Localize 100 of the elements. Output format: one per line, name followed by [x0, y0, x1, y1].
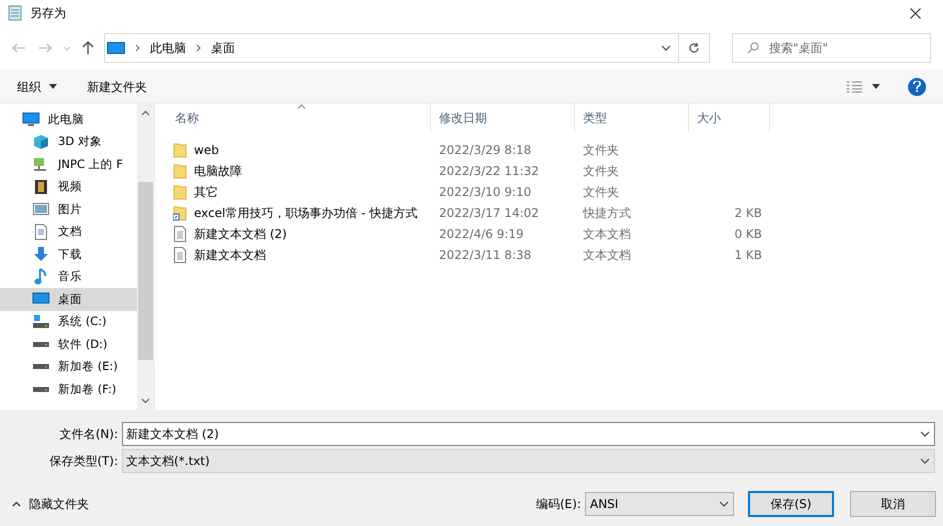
breadcrumb[interactable]: 此电脑	[150, 39, 186, 57]
file-row[interactable]: excel常用技巧，职场事办功倍 - 快捷方式 2022/3/17 14:02 快捷方式 2 KB	[167, 202, 943, 223]
picture-icon	[33, 202, 49, 216]
modified-date: 2022/3/22 11:32	[438, 162, 540, 180]
drive-icon	[33, 315, 49, 328]
left-arrow-icon	[12, 43, 26, 53]
chevron-down-icon	[920, 458, 930, 464]
file-name: 新建文本文档	[194, 246, 266, 264]
modified-date: 2022/3/29 8:18	[438, 142, 532, 158]
folder-shortcut-icon	[173, 204, 187, 220]
search-icon	[747, 42, 759, 54]
file-name: web	[194, 142, 219, 158]
modified-date: 2022/3/17 14:02	[438, 204, 540, 222]
drive-icon	[33, 342, 49, 347]
file-type: 文件夹	[582, 162, 620, 180]
text-file-icon	[173, 246, 187, 262]
sidebar-item[interactable]: 下载	[0, 243, 137, 266]
down-arrow-icon	[33, 246, 49, 262]
file-name: excel常用技巧，职场事办功倍 - 快捷方式	[194, 204, 418, 222]
help-button[interactable]	[908, 78, 926, 96]
file-row[interactable]: 新建文本文档 2022/3/11 8:38 文本文档 1 KB	[167, 244, 943, 265]
folder-icon	[173, 142, 187, 158]
film-icon	[34, 178, 48, 195]
monitor-icon	[107, 41, 125, 55]
sidebar-item[interactable]: 新加卷 (F:)	[0, 378, 137, 400]
refresh-button[interactable]	[678, 33, 710, 63]
document-icon	[34, 224, 48, 240]
sidebar-item[interactable]: JNPC 上的 F	[0, 153, 137, 176]
file-row[interactable]: 新建文本文档 (2) 2022/4/6 9:19 文本文档 0 KB	[167, 223, 943, 244]
caret-icon	[49, 84, 57, 89]
sidebar-item[interactable]: 桌面	[0, 288, 137, 310]
encoding-label: 编码(E):	[536, 496, 581, 513]
sidebar-item[interactable]: 3D 对象	[0, 130, 137, 153]
drive-icon	[33, 386, 49, 392]
music-note-icon	[34, 268, 48, 286]
chevron-down-icon	[920, 431, 930, 437]
scrollbar-thumb[interactable]	[138, 182, 153, 360]
file-size: 1 KB	[734, 246, 762, 264]
refresh-icon	[688, 42, 700, 54]
file-row[interactable]: web 2022/3/29 8:18 文件夹	[167, 139, 943, 160]
file-name: 新建文本文档 (2)	[194, 226, 287, 242]
file-name: 电脑故障	[194, 162, 242, 180]
organize-menu-button[interactable]: 组织	[17, 74, 57, 98]
drive-icon	[33, 364, 49, 370]
folder-icon	[173, 162, 187, 178]
question-mark-icon	[913, 81, 921, 92]
sidebar-item[interactable]: 图片	[0, 198, 137, 220]
details-view-icon	[846, 80, 862, 92]
sidebar-item[interactable]: 文档	[0, 220, 137, 243]
file-type: 快捷方式	[582, 204, 632, 222]
file-type-dropdown[interactable]: 文本文档(*.txt)	[122, 449, 935, 473]
file-row[interactable]: 电脑故障 2022/3/22 11:32 文件夹	[167, 160, 943, 181]
scrollbar[interactable]	[137, 104, 154, 410]
modified-date: 2022/3/11 8:38	[438, 246, 532, 264]
sidebar-item[interactable]: 音乐	[0, 266, 137, 288]
column-header[interactable]: 修改日期	[431, 104, 575, 132]
folder-icon	[173, 184, 187, 200]
encoding-dropdown[interactable]: ANSI	[585, 492, 734, 516]
breadcrumb[interactable]: 桌面	[211, 39, 235, 57]
notepad-icon	[8, 5, 22, 21]
column-header[interactable]: 大小	[689, 104, 770, 132]
caret-icon	[872, 84, 880, 89]
hide-folders-button[interactable]: 隐藏文件夹	[0, 492, 89, 516]
search-field[interactable]: 搜索"桌面"	[732, 33, 931, 63]
file-size: 0 KB	[734, 226, 762, 242]
chevron-right-icon	[196, 44, 201, 52]
chevron-up-icon	[12, 501, 21, 507]
file-type: 文本文档	[582, 226, 632, 242]
sort-ascending-icon	[297, 104, 306, 109]
file-size: 2 KB	[734, 204, 762, 222]
chevron-up-icon	[141, 110, 150, 116]
monitor-icon	[22, 111, 40, 128]
sidebar-item[interactable]: 视频	[0, 176, 137, 198]
address-bar[interactable]: 此电脑 桌面	[104, 33, 679, 63]
file-type: 文件夹	[582, 184, 620, 200]
file-type: 文件夹	[582, 142, 620, 158]
chevron-down-icon	[141, 398, 150, 404]
chevron-down-icon	[63, 46, 71, 50]
chevron-down-icon	[661, 45, 671, 51]
window-title: 另存为	[30, 5, 66, 22]
column-header[interactable]: 名称	[167, 104, 431, 132]
file-name: 其它	[194, 184, 218, 200]
new-folder-button[interactable]: 新建文件夹	[87, 74, 147, 98]
save-button[interactable]: 保存(S)	[748, 491, 834, 517]
modified-date: 2022/4/6 9:19	[438, 226, 525, 242]
sidebar-item[interactable]: 此电脑	[0, 108, 137, 130]
sidebar-item[interactable]: 新加卷 (E:)	[0, 356, 137, 378]
column-header[interactable]: 类型	[575, 104, 689, 132]
filename-field[interactable]: 新建文本文档 (2)	[122, 422, 935, 446]
chevron-right-icon	[135, 44, 140, 52]
up-arrow-icon	[82, 41, 94, 55]
field-label: 保存类型(T):	[48, 453, 119, 470]
file-type: 文本文档	[582, 246, 632, 264]
file-row[interactable]: 其它 2022/3/10 9:10 文件夹	[167, 181, 943, 202]
close-icon	[910, 8, 920, 18]
text-file-icon	[173, 226, 187, 242]
sidebar-item[interactable]: 软件 (D:)	[0, 333, 137, 356]
sidebar-item[interactable]: 系统 (C:)	[0, 310, 137, 333]
modified-date: 2022/3/10 9:10	[438, 184, 532, 200]
cancel-button[interactable]: 取消	[850, 491, 936, 517]
